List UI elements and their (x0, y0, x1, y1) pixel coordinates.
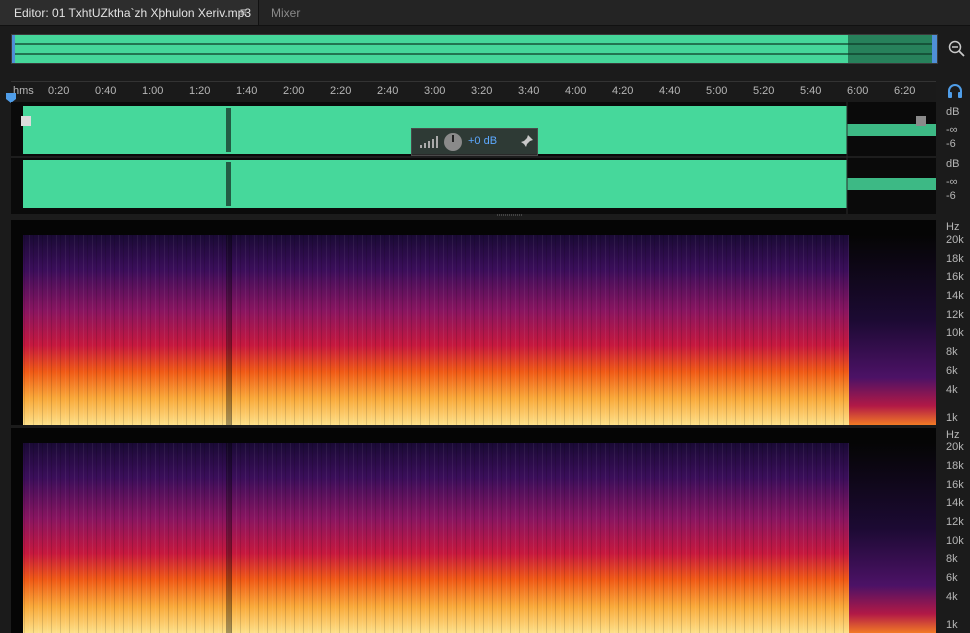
hz-label: 18k (946, 460, 964, 472)
hz-label: 16k (946, 479, 964, 491)
db-unit-ch2: dB (946, 158, 960, 170)
hz-unit: Hz (946, 221, 960, 233)
ruler-label: 2:20 (330, 85, 352, 97)
hz-label: 20k (946, 234, 964, 246)
spectrogram-channel-1[interactable] (11, 220, 936, 425)
hz-label: 12k (946, 309, 964, 321)
spectrogram-channel-2[interactable] (11, 428, 936, 633)
ruler-label: 1:00 (142, 85, 164, 97)
waveform-display[interactable] (11, 102, 936, 214)
db-tick: -6 (946, 190, 956, 202)
volume-hud: +0 dB (411, 128, 538, 156)
hz-unit: Hz (946, 429, 960, 441)
hz-label: 18k (946, 253, 964, 265)
db-unit-ch1: dB (946, 106, 960, 118)
hz-label: 10k (946, 327, 964, 339)
pin-icon[interactable] (520, 134, 534, 148)
ruler-label: 2:00 (283, 85, 305, 97)
tab-editor[interactable]: Editor: 01 TxhtUZktha`zh Xþhulon Xeriv.m… (0, 0, 259, 25)
ruler-label: 5:00 (706, 85, 728, 97)
ruler-label: 2:40 (377, 85, 399, 97)
hz-label: 14k (946, 497, 964, 509)
hz-label: 4k (946, 591, 958, 603)
overview-navigator[interactable] (11, 34, 938, 64)
ruler-label: 1:40 (236, 85, 258, 97)
db-tick: -∞ (946, 176, 958, 188)
ruler-label: 3:00 (424, 85, 446, 97)
ruler-label: 3:20 (471, 85, 493, 97)
hz-label: 14k (946, 290, 964, 302)
ruler-label: 6:20 (894, 85, 916, 97)
volume-knob[interactable] (443, 132, 463, 152)
ruler-unit-label: hms (13, 85, 34, 97)
hz-label: 10k (946, 535, 964, 547)
tab-editor-label: Editor: 01 TxhtUZktha`zh Xþhulon Xeriv.m… (14, 6, 251, 20)
headphone-icon[interactable] (946, 82, 964, 100)
hz-label: 8k (946, 553, 958, 565)
ruler-label: 4:40 (659, 85, 681, 97)
hz-label: 12k (946, 516, 964, 528)
ruler-label: 5:20 (753, 85, 775, 97)
tab-mixer[interactable]: Mixer (258, 0, 328, 25)
db-tick: -6 (946, 138, 956, 150)
hamburger-icon[interactable]: ≡ (240, 5, 247, 19)
hz-label: 1k (946, 619, 958, 631)
db-tick: -∞ (946, 124, 958, 136)
level-meter-icon (420, 136, 438, 148)
hz-label: 1k (946, 412, 958, 424)
tab-mixer-label: Mixer (271, 6, 301, 20)
hz-label: 4k (946, 384, 958, 396)
ruler-label: 1:20 (189, 85, 211, 97)
volume-value[interactable]: +0 dB (468, 135, 497, 147)
ruler-label: 0:40 (95, 85, 117, 97)
ruler-label: 5:40 (800, 85, 822, 97)
hz-label: 8k (946, 346, 958, 358)
time-ruler[interactable]: hms 0:20 0:40 1:00 1:20 1:40 2:00 2:20 2… (11, 81, 936, 103)
hz-label: 6k (946, 365, 958, 377)
ruler-label: 6:00 (847, 85, 869, 97)
ruler-label: 4:20 (612, 85, 634, 97)
splitter-grip-icon[interactable] (497, 213, 523, 217)
zoom-out-icon[interactable] (946, 38, 966, 58)
ruler-label: 0:20 (48, 85, 70, 97)
ruler-label: 4:00 (565, 85, 587, 97)
hz-label: 20k (946, 441, 964, 453)
hz-label: 6k (946, 572, 958, 584)
ruler-label: 3:40 (518, 85, 540, 97)
hz-label: 16k (946, 271, 964, 283)
